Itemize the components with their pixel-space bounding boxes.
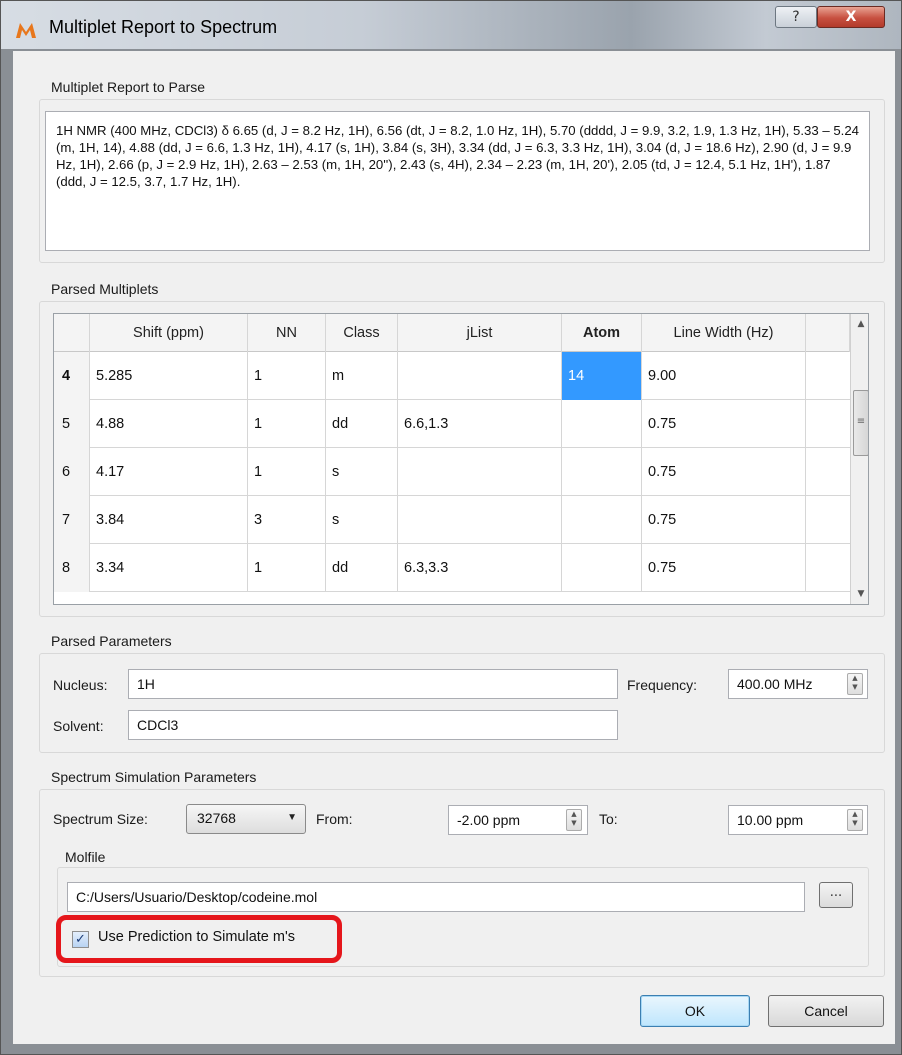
solvent-label: Solvent: <box>53 718 104 734</box>
cell-class[interactable]: dd <box>326 400 398 448</box>
cell-class[interactable]: dd <box>326 544 398 592</box>
title-bar[interactable]: Multiplet Report to Spectrum ? X <box>1 1 901 49</box>
cell-atom-selected[interactable]: 14 <box>562 352 642 400</box>
cell-class[interactable]: s <box>326 496 398 544</box>
col-line-width[interactable]: Line Width (Hz) <box>642 314 806 352</box>
col-filler <box>806 314 850 352</box>
cell-line-width[interactable]: 0.75 <box>642 448 806 496</box>
cell-jlist[interactable]: 6.6,1.3 <box>398 400 562 448</box>
cell-nn[interactable]: 1 <box>248 400 326 448</box>
report-group-title: Multiplet Report to Parse <box>51 79 206 95</box>
cell-line-width[interactable]: 0.75 <box>642 496 806 544</box>
molfile-path-field[interactable]: C:/Users/Usuario/Desktop/codeine.mol <box>67 882 805 912</box>
ok-button[interactable]: OK <box>640 995 750 1027</box>
cancel-button[interactable]: Cancel <box>768 995 884 1027</box>
row-number[interactable]: 8 <box>54 544 90 592</box>
help-button[interactable]: ? <box>775 6 817 28</box>
cell-class[interactable]: m <box>326 352 398 400</box>
table-scrollbar[interactable]: ▲ ≡ ▼ <box>850 314 868 604</box>
report-textarea[interactable]: 1H NMR (400 MHz, CDCl3) δ 6.65 (d, J = 8… <box>45 111 870 251</box>
cell-jlist[interactable] <box>398 496 562 544</box>
multiplets-table[interactable]: Shift (ppm) NN Class jList Atom Line Wid… <box>53 313 869 605</box>
table-row[interactable]: 6 4.17 1 s 0.75 <box>54 448 850 496</box>
spectrum-size-value: 32768 <box>197 810 236 826</box>
cell-jlist[interactable] <box>398 448 562 496</box>
cell-class[interactable]: s <box>326 448 398 496</box>
window-title: Multiplet Report to Spectrum <box>49 17 278 37</box>
cell-jlist[interactable] <box>398 352 562 400</box>
table-row[interactable]: 8 3.34 1 dd 6.3,3.3 0.75 <box>54 544 850 592</box>
cell-shift[interactable]: 3.84 <box>90 496 248 544</box>
to-spin-icon[interactable]: ▲ ▼ <box>847 809 863 831</box>
cell-shift[interactable]: 3.34 <box>90 544 248 592</box>
spectrum-size-select[interactable]: 32768 ▼ <box>186 804 306 834</box>
frequency-spin-icon[interactable]: ▲ ▼ <box>847 673 863 695</box>
cell-jlist[interactable]: 6.3,3.3 <box>398 544 562 592</box>
cell-nn[interactable]: 1 <box>248 448 326 496</box>
simulation-group-title: Spectrum Simulation Parameters <box>51 769 257 785</box>
molfile-group-title: Molfile <box>65 849 106 865</box>
row-number[interactable]: 5 <box>54 400 90 448</box>
row-number[interactable]: 7 <box>54 496 90 544</box>
col-nn[interactable]: NN <box>248 314 326 352</box>
cell-shift[interactable]: 4.88 <box>90 400 248 448</box>
parameters-group-title: Parsed Parameters <box>51 633 172 649</box>
col-shift[interactable]: Shift (ppm) <box>90 314 248 352</box>
dropdown-arrow-icon: ▼ <box>287 812 297 823</box>
nucleus-field[interactable]: 1H <box>128 669 618 699</box>
prediction-checkbox-label[interactable]: Use Prediction to Simulate m's <box>98 929 295 945</box>
frequency-label: Frequency: <box>627 677 698 693</box>
scroll-down-arrow-icon[interactable]: ▼ <box>851 584 868 604</box>
nucleus-label: Nucleus: <box>53 677 108 693</box>
cell-line-width[interactable]: 9.00 <box>642 352 806 400</box>
table-row[interactable]: 4 5.285 1 m 14 9.00 <box>54 352 850 400</box>
multiplets-group-title: Parsed Multiplets <box>51 281 159 297</box>
cell-nn[interactable]: 1 <box>248 544 326 592</box>
cell-atom[interactable] <box>562 448 642 496</box>
cell-nn[interactable]: 1 <box>248 352 326 400</box>
scroll-thumb[interactable]: ≡ <box>853 390 868 456</box>
solvent-field[interactable]: CDCl3 <box>128 710 618 740</box>
spectrum-size-label: Spectrum Size: <box>53 811 148 827</box>
table-row[interactable]: 7 3.84 3 s 0.75 <box>54 496 850 544</box>
browse-button[interactable]: ... <box>819 882 853 908</box>
prediction-checkbox[interactable]: ✓ <box>72 931 89 948</box>
table-row[interactable]: 5 4.88 1 dd 6.6,1.3 0.75 <box>54 400 850 448</box>
cell-atom[interactable] <box>562 544 642 592</box>
cell-line-width[interactable]: 0.75 <box>642 544 806 592</box>
from-spin-icon[interactable]: ▲ ▼ <box>566 809 582 831</box>
row-number[interactable]: 6 <box>54 448 90 496</box>
cell-atom[interactable] <box>562 400 642 448</box>
close-button[interactable]: X <box>817 6 885 28</box>
cell-nn[interactable]: 3 <box>248 496 326 544</box>
row-header-corner <box>54 314 90 352</box>
col-class[interactable]: Class <box>326 314 398 352</box>
cell-atom[interactable] <box>562 496 642 544</box>
to-label: To: <box>599 811 618 827</box>
cell-shift[interactable]: 5.285 <box>90 352 248 400</box>
scroll-up-arrow-icon[interactable]: ▲ <box>851 314 868 334</box>
col-atom[interactable]: Atom <box>562 314 642 352</box>
cell-shift[interactable]: 4.17 <box>90 448 248 496</box>
cell-line-width[interactable]: 0.75 <box>642 400 806 448</box>
from-label: From: <box>316 811 353 827</box>
dialog-window: Multiplet Report to Spectrum ? X Multipl… <box>0 0 902 1055</box>
app-logo-icon <box>16 23 36 38</box>
col-jlist[interactable]: jList <box>398 314 562 352</box>
row-number[interactable]: 4 <box>54 352 90 400</box>
table-header: Shift (ppm) NN Class jList Atom Line Wid… <box>54 314 850 352</box>
